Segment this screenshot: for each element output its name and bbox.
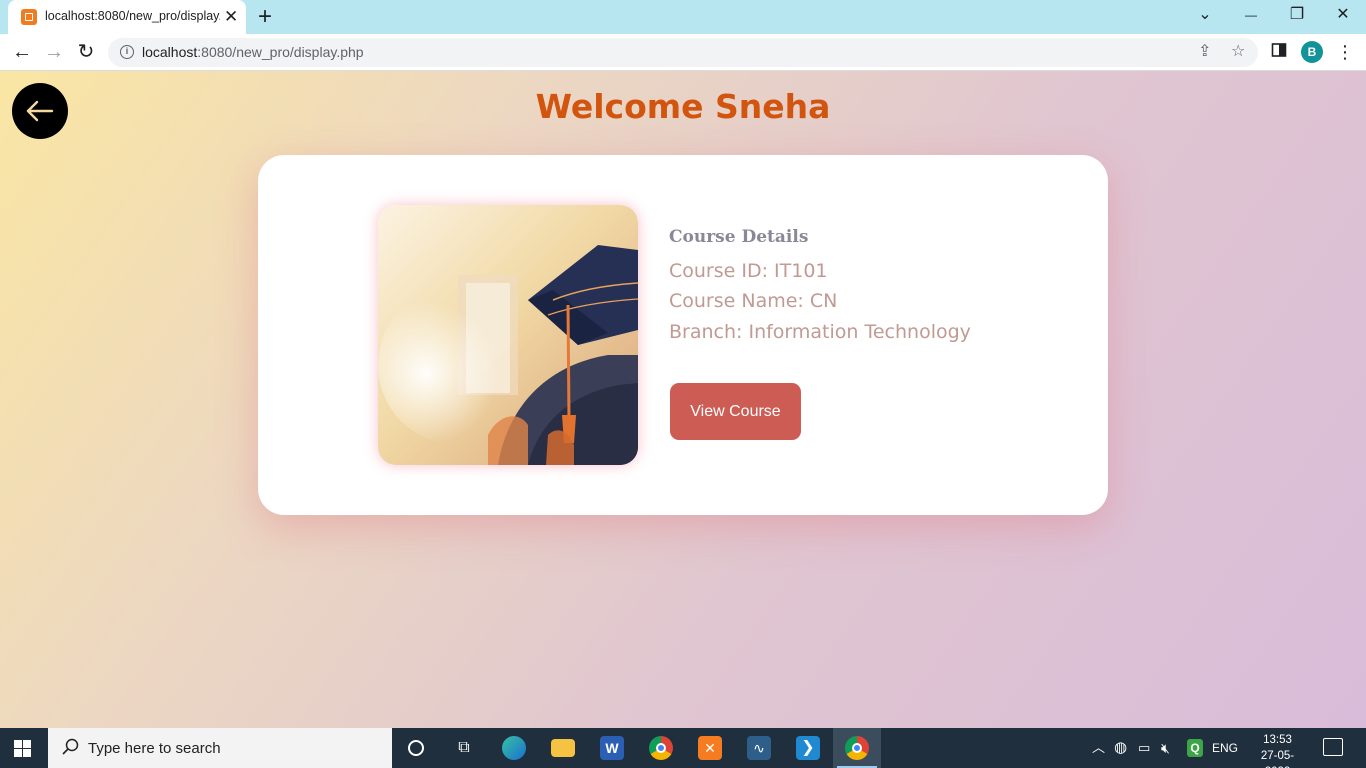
url-text[interactable]: localhost:8080/new_pro/display.php (142, 44, 364, 60)
cortana-icon[interactable] (392, 728, 440, 768)
course-id: Course ID: IT101 (669, 260, 828, 282)
mysql-workbench-icon[interactable]: ∿ (735, 728, 783, 768)
close-window-button[interactable]: ✕ (1331, 4, 1355, 26)
view-course-button[interactable]: View Course (670, 383, 801, 440)
taskbar-search-box[interactable]: Type here to search (48, 728, 392, 768)
network-globe-icon[interactable]: ◍ (1114, 728, 1127, 768)
back-arrow-icon[interactable]: ← (8, 38, 36, 66)
battery-icon[interactable]: ▭ (1138, 728, 1150, 768)
new-tab-button[interactable]: + (258, 3, 272, 31)
course-card: Course Details Course ID: IT101 Course N… (258, 155, 1108, 515)
notification-center-icon[interactable] (1323, 738, 1343, 756)
xampp-icon[interactable]: ✕ (686, 728, 734, 768)
windows-start-icon[interactable] (14, 740, 31, 757)
tab-close-icon[interactable]: ✕ (224, 7, 238, 27)
browser-toolbar: ← → ↻ i localhost:8080/new_pro/display.p… (0, 34, 1366, 71)
browser-tab[interactable]: localhost:8080/new_pro/display.php ✕ (8, 0, 246, 34)
tab-search-icon[interactable]: ⌄ (1193, 4, 1217, 26)
graduation-cap-image (378, 205, 638, 465)
task-view-icon[interactable]: ⧉ (440, 728, 488, 768)
volume-muted-icon[interactable]: 🔇︎ (1161, 728, 1170, 768)
address-bar[interactable]: i localhost:8080/new_pro/display.php ⇪ ☆ (108, 38, 1258, 67)
show-hidden-icons-icon[interactable]: ︿ (1092, 728, 1105, 768)
forward-arrow-icon[interactable]: → (40, 38, 68, 66)
reload-icon[interactable]: ↻ (72, 38, 100, 66)
vscode-icon[interactable]: ❯ (784, 728, 832, 768)
course-branch: Branch: Information Technology (669, 321, 971, 343)
edge-icon[interactable] (490, 728, 538, 768)
xampp-favicon-icon (21, 9, 37, 25)
word-icon[interactable]: W (588, 728, 636, 768)
system-clock[interactable]: 13:53 27-05-2022 (1255, 732, 1300, 768)
menu-kebab-icon[interactable]: ⋮ (1336, 40, 1354, 64)
clock-date: 27-05-2022 (1260, 750, 1295, 768)
restore-button[interactable]: ❐ (1285, 4, 1309, 26)
file-explorer-icon[interactable] (539, 728, 587, 768)
qbittorrent-icon[interactable]: Q (1187, 739, 1203, 757)
course-name: Course Name: CN (669, 290, 838, 312)
page-title: Welcome Sneha (535, 87, 831, 126)
site-info-icon[interactable]: i (120, 45, 134, 59)
tab-title: localhost:8080/new_pro/display.php (45, 9, 220, 23)
clock-time: 13:53 (1263, 734, 1292, 746)
language-indicator[interactable]: ENG (1212, 728, 1238, 768)
page-background: Welcome Sneha Course Details Course ID: … (0, 71, 1366, 728)
chrome-profile-icon[interactable] (833, 728, 881, 768)
minimize-button[interactable]: — (1239, 4, 1263, 26)
course-details-heading: Course Details (669, 227, 809, 247)
share-icon[interactable]: ⇪ (1198, 42, 1211, 62)
profile-avatar[interactable]: B (1301, 41, 1323, 63)
side-panel-icon[interactable] (1271, 42, 1287, 64)
tab-strip: localhost:8080/new_pro/display.php ✕ + ⌄… (0, 0, 1366, 34)
chrome-icon[interactable] (637, 728, 685, 768)
search-placeholder: Type here to search (88, 740, 221, 757)
bookmark-star-icon[interactable]: ☆ (1231, 42, 1245, 62)
windows-taskbar: Type here to search ⧉ W ✕ ∿ ❯ ︿ ◍ ▭ 🔇︎ Q… (0, 728, 1366, 768)
search-icon (62, 738, 79, 755)
